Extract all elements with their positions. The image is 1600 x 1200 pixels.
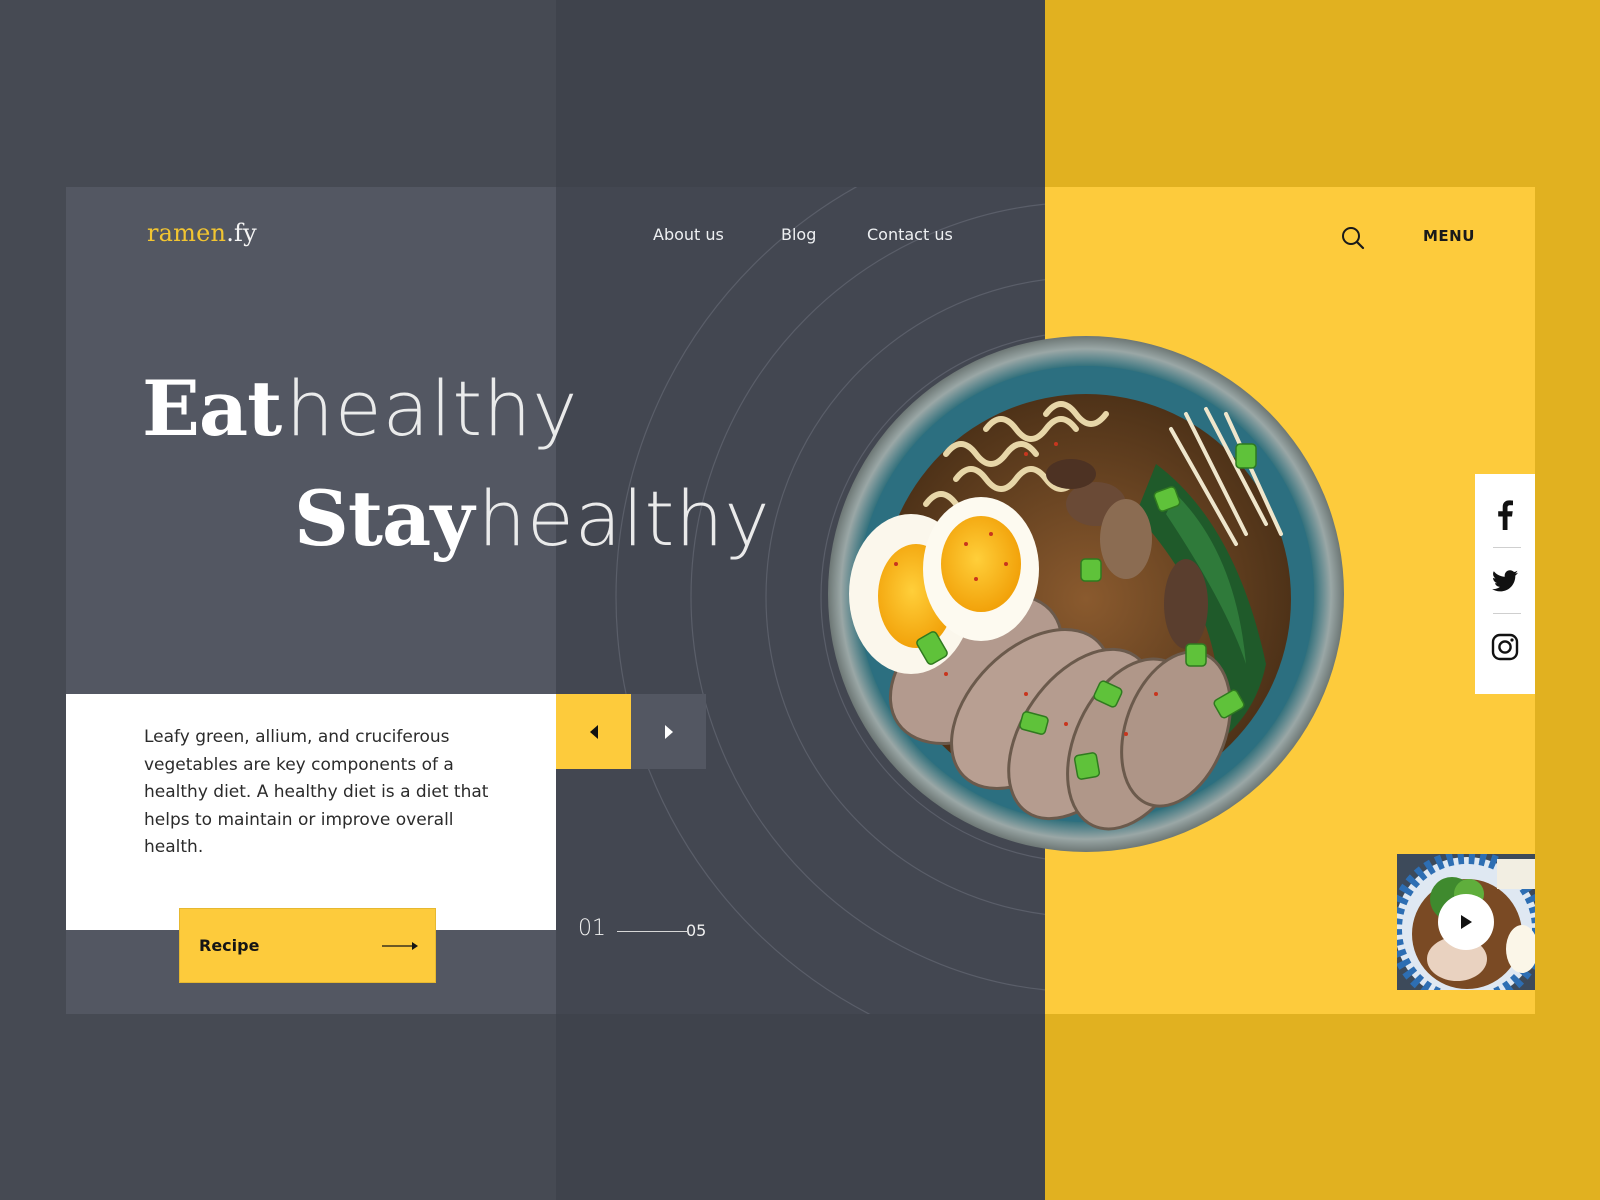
caret-right-icon: [664, 724, 673, 739]
nav-about-us[interactable]: About us: [653, 225, 724, 244]
caret-left-icon: [589, 724, 598, 739]
recipe-button[interactable]: Recipe: [179, 908, 436, 983]
instagram-icon: [1491, 633, 1519, 661]
slide-total: 05: [686, 921, 707, 940]
logo-part-ramen: ramen: [147, 219, 227, 247]
headline-eat: Eat: [142, 364, 282, 453]
description-box: Leafy green, allium, and cruciferous veg…: [66, 694, 556, 930]
logo-part-fy: .fy: [226, 219, 257, 247]
slide-current: 01: [578, 916, 606, 941]
play-button[interactable]: [1438, 894, 1494, 950]
nav-blog[interactable]: Blog: [781, 225, 816, 244]
social-facebook[interactable]: [1475, 482, 1535, 548]
search-button[interactable]: [1340, 225, 1366, 251]
hero-card: ramen.fy About us Blog Contact us MENU E…: [66, 187, 1535, 1014]
headline-line-2: Stay healthy: [294, 474, 770, 563]
headline-healthy-2: healthy: [477, 474, 771, 563]
slider-next-button[interactable]: [631, 694, 706, 769]
menu-button[interactable]: MENU: [1423, 227, 1475, 245]
headline-line-1: Eat healthy: [142, 364, 578, 453]
play-icon: [1461, 915, 1472, 929]
headline-healthy-1: healthy: [285, 364, 579, 453]
facebook-icon: [1498, 500, 1513, 530]
twitter-icon: [1492, 570, 1518, 592]
slide-progress-line: [617, 931, 687, 932]
brand-logo[interactable]: ramen.fy: [147, 219, 257, 247]
social-instagram[interactable]: [1475, 614, 1535, 680]
recipe-button-label: Recipe: [199, 936, 260, 955]
arrow-right-icon: [382, 942, 418, 950]
social-twitter[interactable]: [1475, 548, 1535, 614]
search-icon: [1342, 227, 1365, 250]
slider-prev-button[interactable]: [556, 694, 631, 769]
social-links: [1475, 474, 1535, 694]
ramen-bowl-image: [826, 334, 1346, 854]
nav-contact-us[interactable]: Contact us: [867, 225, 953, 244]
description-text: Leafy green, allium, and cruciferous veg…: [144, 727, 489, 857]
headline-stay: Stay: [294, 474, 474, 563]
ramen-bowl-illustration: [828, 336, 1344, 852]
video-thumbnail[interactable]: [1397, 854, 1535, 990]
